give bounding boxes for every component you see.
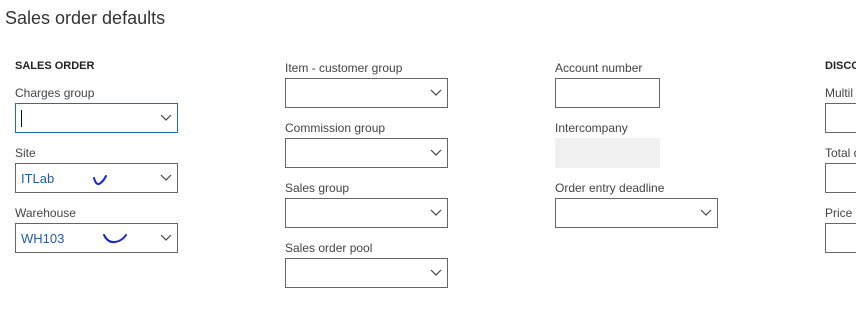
intercompany-field <box>555 138 660 168</box>
chevron-down-icon[interactable] <box>159 111 173 125</box>
warehouse-value: WH103 <box>21 231 65 246</box>
hand-drawn-checkmark-annotation <box>103 234 127 244</box>
price-label: Price <box>825 206 853 220</box>
commission-group-label: Commission group <box>285 121 386 135</box>
sales-order-pool-dropdown[interactable] <box>285 258 448 288</box>
chevron-down-icon[interactable] <box>429 206 443 220</box>
hand-drawn-checkmark-annotation <box>93 175 107 186</box>
sales-order-pool-label: Sales order pool <box>285 241 373 255</box>
item-customer-group-dropdown[interactable] <box>285 78 448 108</box>
total-discount-label: Total d <box>825 146 856 160</box>
page-title: Sales order defaults <box>5 8 166 28</box>
account-number-input[interactable] <box>555 78 660 108</box>
sales-group-dropdown[interactable] <box>285 198 448 228</box>
multiline-discount-label: Multil <box>825 86 854 100</box>
warehouse-label: Warehouse <box>15 206 76 220</box>
warehouse-dropdown[interactable]: WH103 <box>15 223 178 253</box>
intercompany-label: Intercompany <box>555 121 628 135</box>
site-value: ITLab <box>21 171 55 186</box>
sales-group-label: Sales group <box>285 181 350 195</box>
chevron-down-icon[interactable] <box>159 171 173 185</box>
section-heading-discount: DISCO <box>825 60 856 72</box>
section-heading-sales-order: SALES ORDER <box>15 60 95 72</box>
item-customer-group-label: Item - customer group <box>285 61 403 75</box>
multiline-discount-input[interactable] <box>825 103 856 133</box>
chevron-down-icon[interactable] <box>429 146 443 160</box>
charges-group-dropdown[interactable] <box>15 103 178 133</box>
order-entry-deadline-label: Order entry deadline <box>555 181 665 195</box>
price-input[interactable] <box>825 223 856 253</box>
order-entry-deadline-dropdown[interactable] <box>555 198 718 228</box>
charges-group-label: Charges group <box>15 86 95 100</box>
chevron-down-icon[interactable] <box>699 206 713 220</box>
chevron-down-icon[interactable] <box>429 86 443 100</box>
chevron-down-icon[interactable] <box>429 266 443 280</box>
site-label: Site <box>15 146 36 160</box>
text-cursor <box>21 110 22 127</box>
chevron-down-icon[interactable] <box>159 231 173 245</box>
commission-group-dropdown[interactable] <box>285 138 448 168</box>
total-discount-input[interactable] <box>825 163 856 193</box>
account-number-label: Account number <box>555 61 643 75</box>
